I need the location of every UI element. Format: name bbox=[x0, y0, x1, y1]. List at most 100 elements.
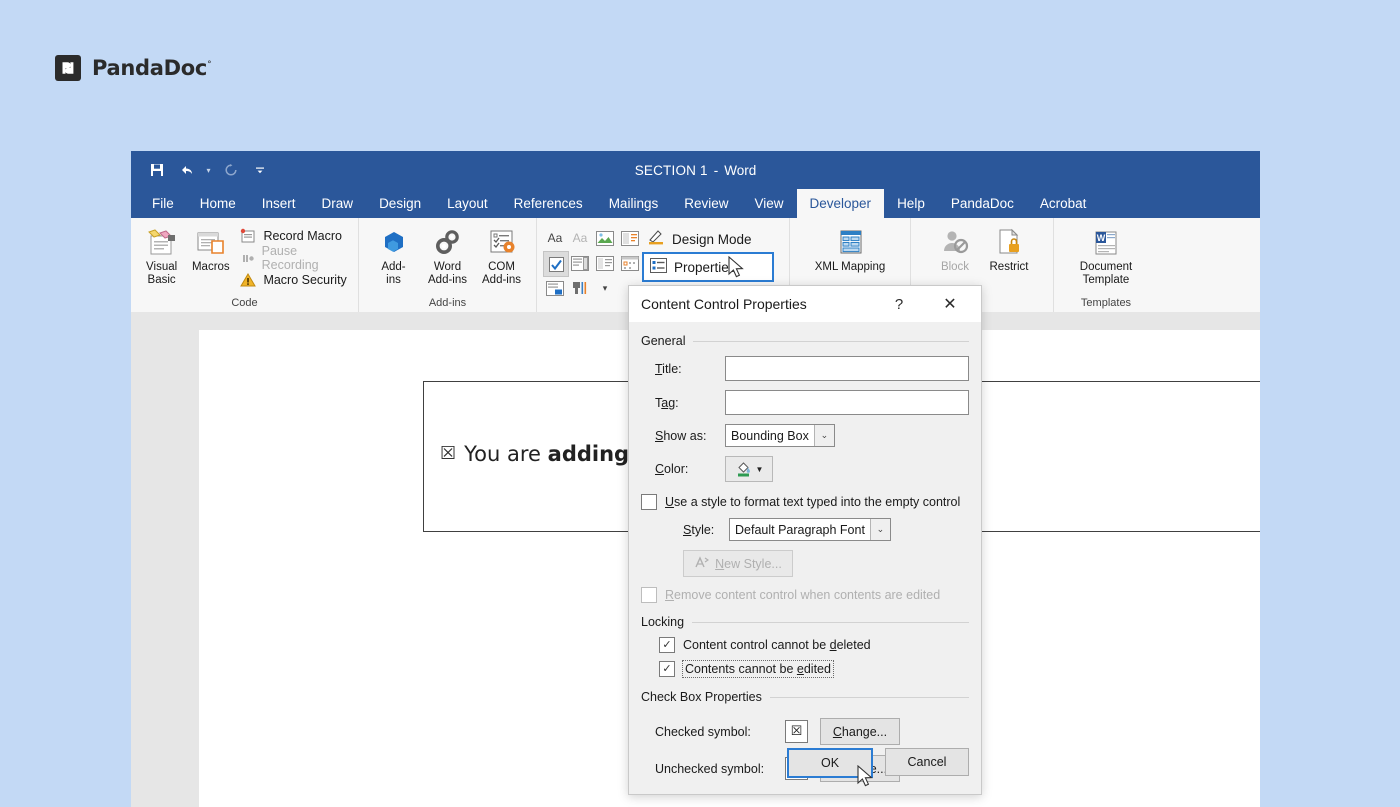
general-divider bbox=[693, 340, 969, 342]
show-as-combobox[interactable]: Bounding Box ⌄ bbox=[725, 424, 835, 447]
addins-button[interactable]: Add- ins bbox=[367, 222, 421, 297]
document-template-label-1: Document bbox=[1079, 261, 1133, 273]
use-style-checkbox[interactable] bbox=[641, 494, 657, 510]
xml-mapping-label: XML Mapping bbox=[814, 261, 886, 273]
document-template-button[interactable]: W Document Template bbox=[1067, 222, 1145, 297]
color-label: Color: bbox=[655, 462, 689, 476]
general-heading: General bbox=[641, 334, 686, 348]
gallery-legacy-tools[interactable] bbox=[568, 276, 592, 300]
tab-layout[interactable]: Layout bbox=[434, 189, 501, 218]
record-macro-label: Record Macro bbox=[263, 229, 342, 243]
ribbon-group-templates-label: Templates bbox=[1080, 297, 1132, 309]
tab-mailings[interactable]: Mailings bbox=[596, 189, 672, 218]
new-style-button: New Style... bbox=[683, 550, 793, 577]
gallery-rich-text-content-control[interactable]: Aa bbox=[543, 226, 567, 250]
new-style-label: New Style... bbox=[715, 557, 782, 571]
restrict-editing-icon bbox=[993, 224, 1025, 258]
checkbox-content-control-symbol[interactable]: ☒ bbox=[440, 445, 456, 463]
ribbon-tab-strip: File Home Insert Draw Design Layout Refe… bbox=[131, 189, 1260, 218]
xml-mapping-icon bbox=[833, 224, 867, 258]
visual-basic-icon bbox=[146, 224, 178, 258]
pandadoc-brand: PandaDoc° bbox=[55, 55, 212, 81]
use-style-label-key: U bbox=[665, 495, 675, 509]
properties-label: Properties bbox=[674, 259, 736, 275]
color-dropdown-icon[interactable]: ▼ bbox=[756, 465, 764, 474]
tab-home[interactable]: Home bbox=[187, 189, 249, 218]
style-chevron-down-icon[interactable]: ⌄ bbox=[869, 519, 890, 540]
gallery-combo-box-content-control[interactable] bbox=[568, 251, 592, 275]
tab-insert[interactable]: Insert bbox=[249, 189, 309, 218]
block-authors-label: Block bbox=[940, 261, 970, 273]
cannot-be-edited-checkbox[interactable] bbox=[659, 661, 675, 677]
visual-basic-label-1: Visual bbox=[146, 261, 178, 273]
help-icon[interactable]: ? bbox=[883, 286, 915, 322]
gallery-picture-content-control[interactable] bbox=[593, 226, 617, 250]
tab-design[interactable]: Design bbox=[366, 189, 434, 218]
pandadoc-wordmark: PandaDoc° bbox=[92, 56, 212, 80]
com-addins-button[interactable]: COM Add-ins bbox=[475, 222, 529, 297]
tab-developer[interactable]: Developer bbox=[796, 189, 885, 218]
title-input[interactable] bbox=[724, 356, 969, 381]
cannot-be-deleted-post: eleted bbox=[836, 638, 871, 652]
tag-input[interactable] bbox=[724, 390, 969, 415]
tab-file[interactable]: File bbox=[139, 189, 187, 218]
macro-security-button[interactable]: Macro Security bbox=[235, 269, 352, 291]
legacy-tools-dropdown-icon[interactable]: ▾ bbox=[593, 276, 617, 300]
ok-button[interactable]: OK bbox=[787, 748, 873, 778]
dialog-title-bar: Content Control Properties ? ✕ bbox=[629, 286, 981, 322]
pause-recording-button: Pause Recording bbox=[235, 244, 352, 272]
cannot-be-deleted-checkbox[interactable] bbox=[659, 637, 675, 653]
cancel-button[interactable]: Cancel bbox=[885, 748, 969, 776]
com-addins-icon bbox=[486, 224, 518, 258]
tab-references[interactable]: References bbox=[501, 189, 596, 218]
tab-help[interactable]: Help bbox=[884, 189, 938, 218]
macro-security-label: Macro Security bbox=[263, 273, 347, 287]
gallery-date-picker-content-control[interactable] bbox=[618, 251, 642, 275]
remove-content-control-label: Remove content control when contents are… bbox=[665, 588, 940, 602]
gallery-repeating-section-content-control[interactable] bbox=[543, 276, 567, 300]
tab-acrobat[interactable]: Acrobat bbox=[1027, 189, 1100, 218]
addins-icon bbox=[378, 224, 410, 258]
tab-view[interactable]: View bbox=[741, 189, 796, 218]
close-icon[interactable]: ✕ bbox=[929, 286, 971, 322]
gallery-drop-down-list-content-control[interactable] bbox=[593, 251, 617, 275]
restrict-editing-label: Restrict bbox=[989, 261, 1029, 273]
gallery-check-box-content-control[interactable] bbox=[543, 251, 569, 277]
chevron-down-icon[interactable]: ⌄ bbox=[813, 425, 834, 446]
word-addins-button[interactable]: Word Add-ins bbox=[421, 222, 475, 297]
macro-security-icon bbox=[239, 271, 257, 289]
cannot-be-deleted-row: Content control cannot be deleted bbox=[641, 637, 969, 653]
cannot-be-deleted-label: Content control cannot be deleted bbox=[683, 638, 871, 652]
window-title-document: SECTION 1 bbox=[634, 162, 708, 178]
remove-cc-label-key: R bbox=[665, 588, 675, 602]
visual-basic-button[interactable]: Visual Basic bbox=[137, 222, 186, 297]
cannot-be-deleted-pre: Content control cannot be bbox=[683, 638, 830, 652]
macros-button[interactable]: Macros bbox=[186, 222, 235, 297]
style-combobox[interactable]: Default Paragraph Font ⌄ bbox=[729, 518, 891, 541]
remove-content-control-checkbox bbox=[641, 587, 657, 603]
checked-symbol-row: Checked symbol: ☒ Change... bbox=[641, 718, 969, 745]
dialog-footer: OK Cancel bbox=[787, 748, 969, 778]
title-row: Title: bbox=[641, 356, 969, 381]
gallery-plain-text-content-control[interactable]: Aa bbox=[568, 226, 592, 250]
new-style-label-rest: ew Style... bbox=[724, 556, 782, 571]
properties-button[interactable]: Properties bbox=[642, 252, 774, 282]
tab-pandadoc[interactable]: PandaDoc bbox=[938, 189, 1027, 218]
tab-review[interactable]: Review bbox=[671, 189, 741, 218]
tab-draw[interactable]: Draw bbox=[309, 189, 367, 218]
new-style-icon bbox=[694, 555, 710, 572]
change-checked-symbol-button[interactable]: Change... bbox=[820, 718, 900, 745]
color-picker-button[interactable]: ▼ bbox=[725, 456, 773, 482]
remove-content-control-row: Remove content control when contents are… bbox=[641, 587, 969, 603]
color-row: Color: ▼ bbox=[641, 456, 969, 482]
cannot-be-edited-key: e bbox=[796, 662, 804, 676]
document-template-label-2: Template bbox=[1082, 274, 1130, 287]
block-authors-icon bbox=[939, 224, 971, 258]
restrict-editing-button[interactable]: Restrict bbox=[982, 222, 1036, 297]
gallery-building-block-content-control[interactable] bbox=[618, 226, 642, 250]
properties-icon bbox=[650, 258, 667, 276]
design-mode-button[interactable]: Design Mode bbox=[642, 226, 774, 252]
com-addins-label-2: Add-ins bbox=[482, 274, 521, 287]
ribbon-group-templates: W Document Template Templates bbox=[1053, 218, 1158, 312]
document-text-plain: You are bbox=[464, 442, 548, 466]
